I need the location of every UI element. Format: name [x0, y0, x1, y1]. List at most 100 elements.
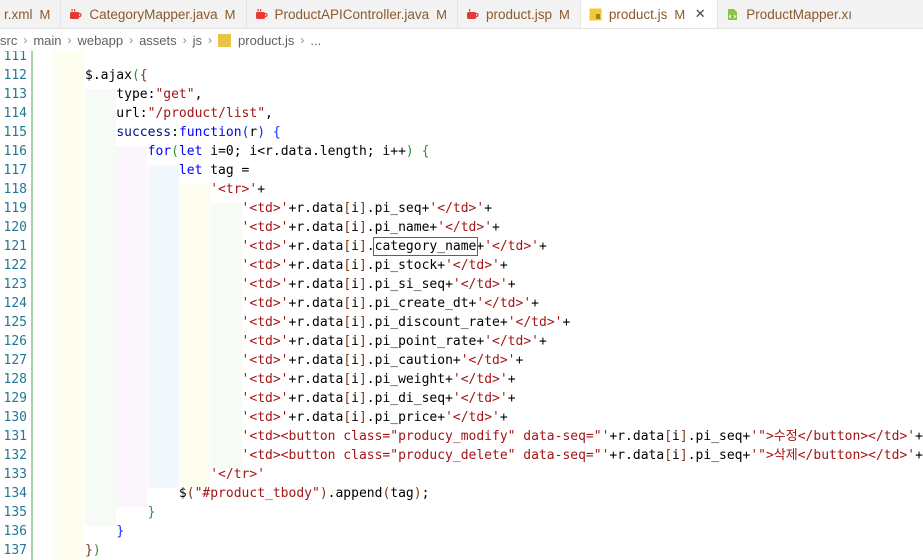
code-line[interactable]: 115 success:function(r) { — [0, 123, 923, 142]
code-token: ] — [358, 201, 367, 216]
code-token: .pi_create_dt+ — [366, 296, 477, 311]
code-text: '<td>'+r.data[i].category_name+'</td>'+ — [85, 237, 547, 256]
code-token: .pi_di_seq+ — [366, 391, 453, 406]
breadcrumb-item[interactable]: webapp — [78, 33, 124, 48]
close-tab-icon[interactable]: ✕ — [693, 6, 707, 22]
code-token: i — [351, 372, 359, 387]
code-line[interactable]: 137}) — [0, 541, 923, 560]
modified-indicator: M — [674, 6, 686, 22]
code-token: for — [147, 144, 172, 159]
line-number: 112 — [3, 68, 27, 83]
code-token: '</td>' — [445, 410, 500, 425]
code-line[interactable]: 135 } — [0, 503, 923, 522]
code-text: '</tr>' — [85, 465, 265, 484]
code-token: '<td><button class="producy_delete" data… — [241, 448, 610, 463]
code-token: ] — [358, 410, 367, 425]
code-token: + — [484, 201, 493, 216]
code-token: ] — [358, 296, 367, 311]
tab-product-js[interactable]: product.js M ✕ — [580, 0, 719, 28]
code-text: } — [85, 503, 156, 522]
line-number: 119 — [3, 201, 27, 216]
code-line[interactable]: 114 url:"/product/list", — [0, 104, 923, 123]
line-number: 120 — [3, 220, 27, 235]
code-line[interactable]: 113 type:"get", — [0, 85, 923, 104]
code-token: type: — [85, 87, 156, 102]
code-line[interactable]: 133 '</tr>' — [0, 465, 923, 484]
code-line[interactable]: 111 — [0, 51, 923, 66]
code-token: ] — [358, 315, 367, 330]
code-token: , — [265, 106, 273, 121]
line-number: 115 — [3, 125, 27, 140]
code-line[interactable]: 134 $("#product_tbody").append(tag); — [0, 484, 923, 503]
code-line[interactable]: 122 '<td>'+r.data[i].pi_stock+'</td>'+ — [0, 256, 923, 275]
code-line[interactable]: 121 '<td>'+r.data[i].category_name +'</td… — [0, 237, 923, 256]
breadcrumb-item[interactable]: main — [33, 33, 61, 48]
code-line[interactable]: 118 '<tr>'+ — [0, 180, 923, 199]
code-line[interactable]: 127 '<td>'+r.data[i].pi_caution+'</td>'+ — [0, 351, 923, 370]
tab-productapicontroller-java[interactable]: ProductAPIController.java M — [247, 0, 458, 28]
code-token: [ — [664, 429, 673, 444]
code-token: [ — [343, 372, 352, 387]
line-number: 118 — [3, 182, 27, 197]
line-number: 123 — [3, 277, 27, 292]
code-text: '<td><button class="producy_delete" data… — [85, 446, 923, 465]
code-line[interactable]: 136 } — [0, 522, 923, 541]
code-token: + — [507, 391, 516, 406]
code-token: i=0; i<r.data.length; i++ — [202, 144, 406, 159]
code-line[interactable]: 116 for(let i=0; i<r.data.length; i++) { — [0, 142, 923, 161]
code-line[interactable]: 124 '<td>'+r.data[i].pi_create_dt+'</td>… — [0, 294, 923, 313]
chevron-right-icon: › — [67, 33, 72, 47]
line-number: 111 — [3, 51, 27, 64]
tab-categorymapper-java[interactable]: CategoryMapper.java M — [61, 0, 247, 28]
breadcrumb-item[interactable]: assets — [139, 33, 177, 48]
js-file-icon — [589, 8, 602, 21]
code-token: +r.data — [609, 429, 665, 444]
code-token: '">삭제</button></td>' — [750, 448, 916, 463]
code-line[interactable]: 131 '<td><button class="producy_modify" … — [0, 427, 923, 446]
code-text: '<td><button class="producy_modify" data… — [85, 427, 923, 446]
tab-product-jsp[interactable]: product.jsp M — [458, 0, 581, 28]
code-line[interactable]: 119 '<td>'+r.data[i].pi_seq+'</td>'+ — [0, 199, 923, 218]
code-line[interactable]: 125 '<td>'+r.data[i].pi_discount_rate+'<… — [0, 313, 923, 332]
code-editor[interactable]: 111 112 $.ajax({113 type:"get", 114 url:"/p… — [0, 51, 923, 560]
chevron-right-icon: › — [182, 33, 187, 47]
code-token: .pi_price+ — [366, 410, 446, 425]
code-text: }) — [85, 541, 101, 560]
line-number: 128 — [3, 372, 27, 387]
code-token: '<td>' — [241, 391, 289, 406]
breadcrumb-item[interactable]: ... — [310, 33, 321, 48]
tab-r-xml[interactable]: r.xml M — [0, 0, 62, 28]
code-line[interactable]: 117 let tag = — [0, 161, 923, 180]
code-line[interactable]: 126 '<td>'+r.data[i].pi_point_rate+'</td… — [0, 332, 923, 351]
code-token: ) — [319, 486, 328, 501]
code-token: '</td>' — [445, 258, 500, 273]
tab-productmapper-x[interactable]: ProductMapper.xı — [718, 0, 862, 28]
code-token: '">수정</button></td>' — [750, 429, 916, 444]
code-line[interactable]: 112 $.ajax({ — [0, 66, 923, 85]
code-line[interactable]: 120 '<td>'+r.data[i].pi_name+'</td>'+ — [0, 218, 923, 237]
code-line[interactable]: 130 '<td>'+r.data[i].pi_price+'</td>'+ — [0, 408, 923, 427]
breadcrumb-item[interactable]: src — [0, 33, 17, 48]
code-line[interactable]: 132 '<td><button class="producy_delete" … — [0, 446, 923, 465]
code-text: for(let i=0; i<r.data.length; i++) { — [85, 142, 430, 161]
code-token: i — [351, 296, 359, 311]
code-token: ; — [421, 486, 430, 501]
code-line[interactable]: 123 '<td>'+r.data[i].pi_si_seq+'</td>'+ — [0, 275, 923, 294]
code-line[interactable]: 128 '<td>'+r.data[i].pi_weight+'</td>'+ — [0, 370, 923, 389]
code-token: .pi_caution+ — [366, 353, 461, 368]
breadcrumb-item[interactable]: product.js — [238, 33, 294, 48]
code-token: , — [194, 87, 203, 102]
breadcrumb-item[interactable]: js — [193, 33, 202, 48]
code-token: '</td>' — [452, 372, 508, 387]
chevron-right-icon: › — [129, 33, 134, 47]
code-line[interactable]: 129 '<td>'+r.data[i].pi_di_seq+'</td>'+ — [0, 389, 923, 408]
code-token: +r.data — [288, 391, 344, 406]
highlighted-token: category_name — [372, 237, 479, 256]
